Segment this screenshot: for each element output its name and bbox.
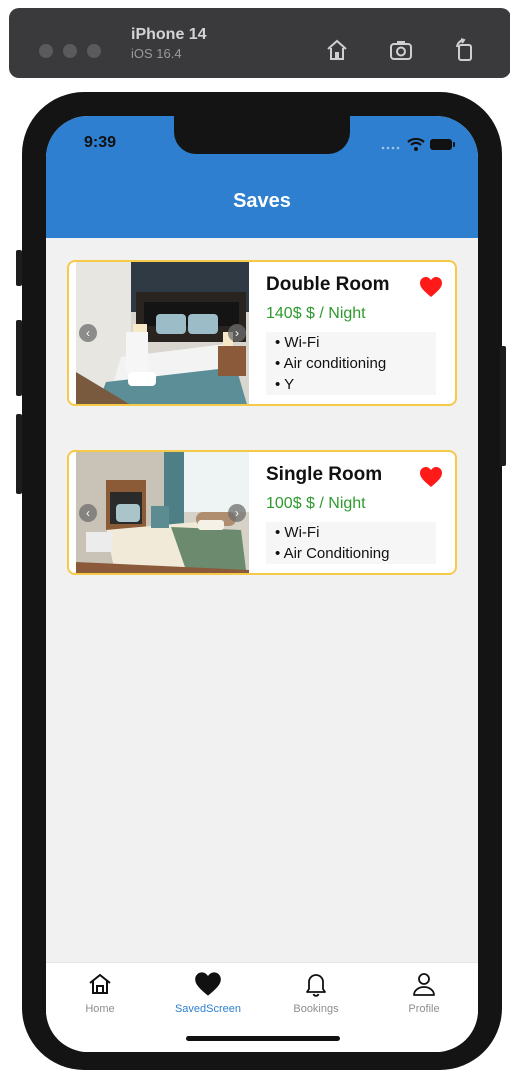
home-indicator [186, 1036, 340, 1041]
simulator-toolbar: iPhone 14 iOS 16.4 [9, 8, 510, 78]
rotate-icon[interactable] [453, 38, 477, 62]
carousel-next-button[interactable]: › [228, 503, 246, 522]
simulator-os-version: iOS 16.4 [131, 46, 182, 61]
tab-bookings[interactable]: Bookings [262, 971, 370, 1015]
tab-label: Profile [408, 1003, 440, 1015]
room-price: 100$ $ / Night [266, 495, 366, 512]
amenity-item: Y [266, 374, 436, 395]
room-photo-carousel[interactable]: ‹ › [76, 262, 249, 404]
volume-up-button [16, 320, 22, 396]
tab-saved[interactable]: SavedScreen [154, 971, 262, 1015]
bell-icon [306, 974, 326, 997]
amenities-list: Wi-Fi Air conditioning Y [266, 332, 436, 395]
window-close-button[interactable] [39, 44, 53, 58]
app-header: 9:39 Saves [46, 116, 478, 238]
simulator-device-name: iPhone 14 [131, 26, 207, 43]
status-icons [381, 137, 455, 151]
heart-icon [195, 972, 221, 996]
tab-label: Bookings [293, 1003, 339, 1015]
favorite-heart-icon[interactable] [419, 466, 443, 488]
amenity-item: Wi-Fi [266, 522, 436, 543]
wifi-icon [407, 137, 425, 151]
room-photo [76, 452, 249, 573]
power-button [500, 346, 506, 466]
person-icon [413, 973, 435, 996]
tab-profile[interactable]: Profile [370, 971, 478, 1015]
home-icon [89, 973, 111, 994]
saved-room-card[interactable]: ‹ › Single Room 100$ $ / Night Wi-Fi Air… [67, 450, 457, 575]
screenshot-icon[interactable] [389, 38, 413, 62]
signal-dots-icon [381, 146, 400, 150]
page-title: Saves [233, 190, 291, 212]
room-photo [76, 262, 249, 404]
amenity-item: Air conditioning [266, 353, 436, 374]
carousel-prev-button[interactable]: ‹ [79, 503, 97, 522]
window-zoom-button[interactable] [87, 44, 101, 58]
room-title: Double Room [266, 274, 390, 295]
dynamic-notch [174, 116, 350, 154]
tab-label: SavedScreen [174, 1003, 242, 1015]
amenities-list: Wi-Fi Air Conditioning [266, 522, 436, 564]
volume-down-button [16, 414, 22, 494]
mute-switch [16, 250, 22, 286]
battery-icon [430, 139, 455, 150]
room-photo-carousel[interactable]: ‹ › [76, 452, 249, 573]
carousel-prev-button[interactable]: ‹ [79, 324, 97, 342]
tab-home[interactable]: Home [46, 971, 154, 1015]
saved-room-card[interactable]: ‹ › Double Room 140$ $ / Night Wi-Fi Air… [67, 260, 457, 406]
room-title: Single Room [266, 464, 383, 485]
window-minimize-button[interactable] [63, 44, 77, 58]
status-time: 9:39 [84, 134, 117, 151]
tab-label: Home [85, 1003, 115, 1015]
app-screen: 9:39 Saves ‹ › Double Room 140$ $ / Nigh… [46, 116, 478, 1052]
favorite-heart-icon[interactable] [419, 276, 443, 298]
room-price: 140$ $ / Night [266, 305, 366, 322]
home-icon[interactable] [325, 38, 349, 62]
amenity-item: Wi-Fi [266, 332, 436, 353]
carousel-next-button[interactable]: › [228, 324, 246, 342]
amenity-item: Air Conditioning [266, 543, 436, 564]
